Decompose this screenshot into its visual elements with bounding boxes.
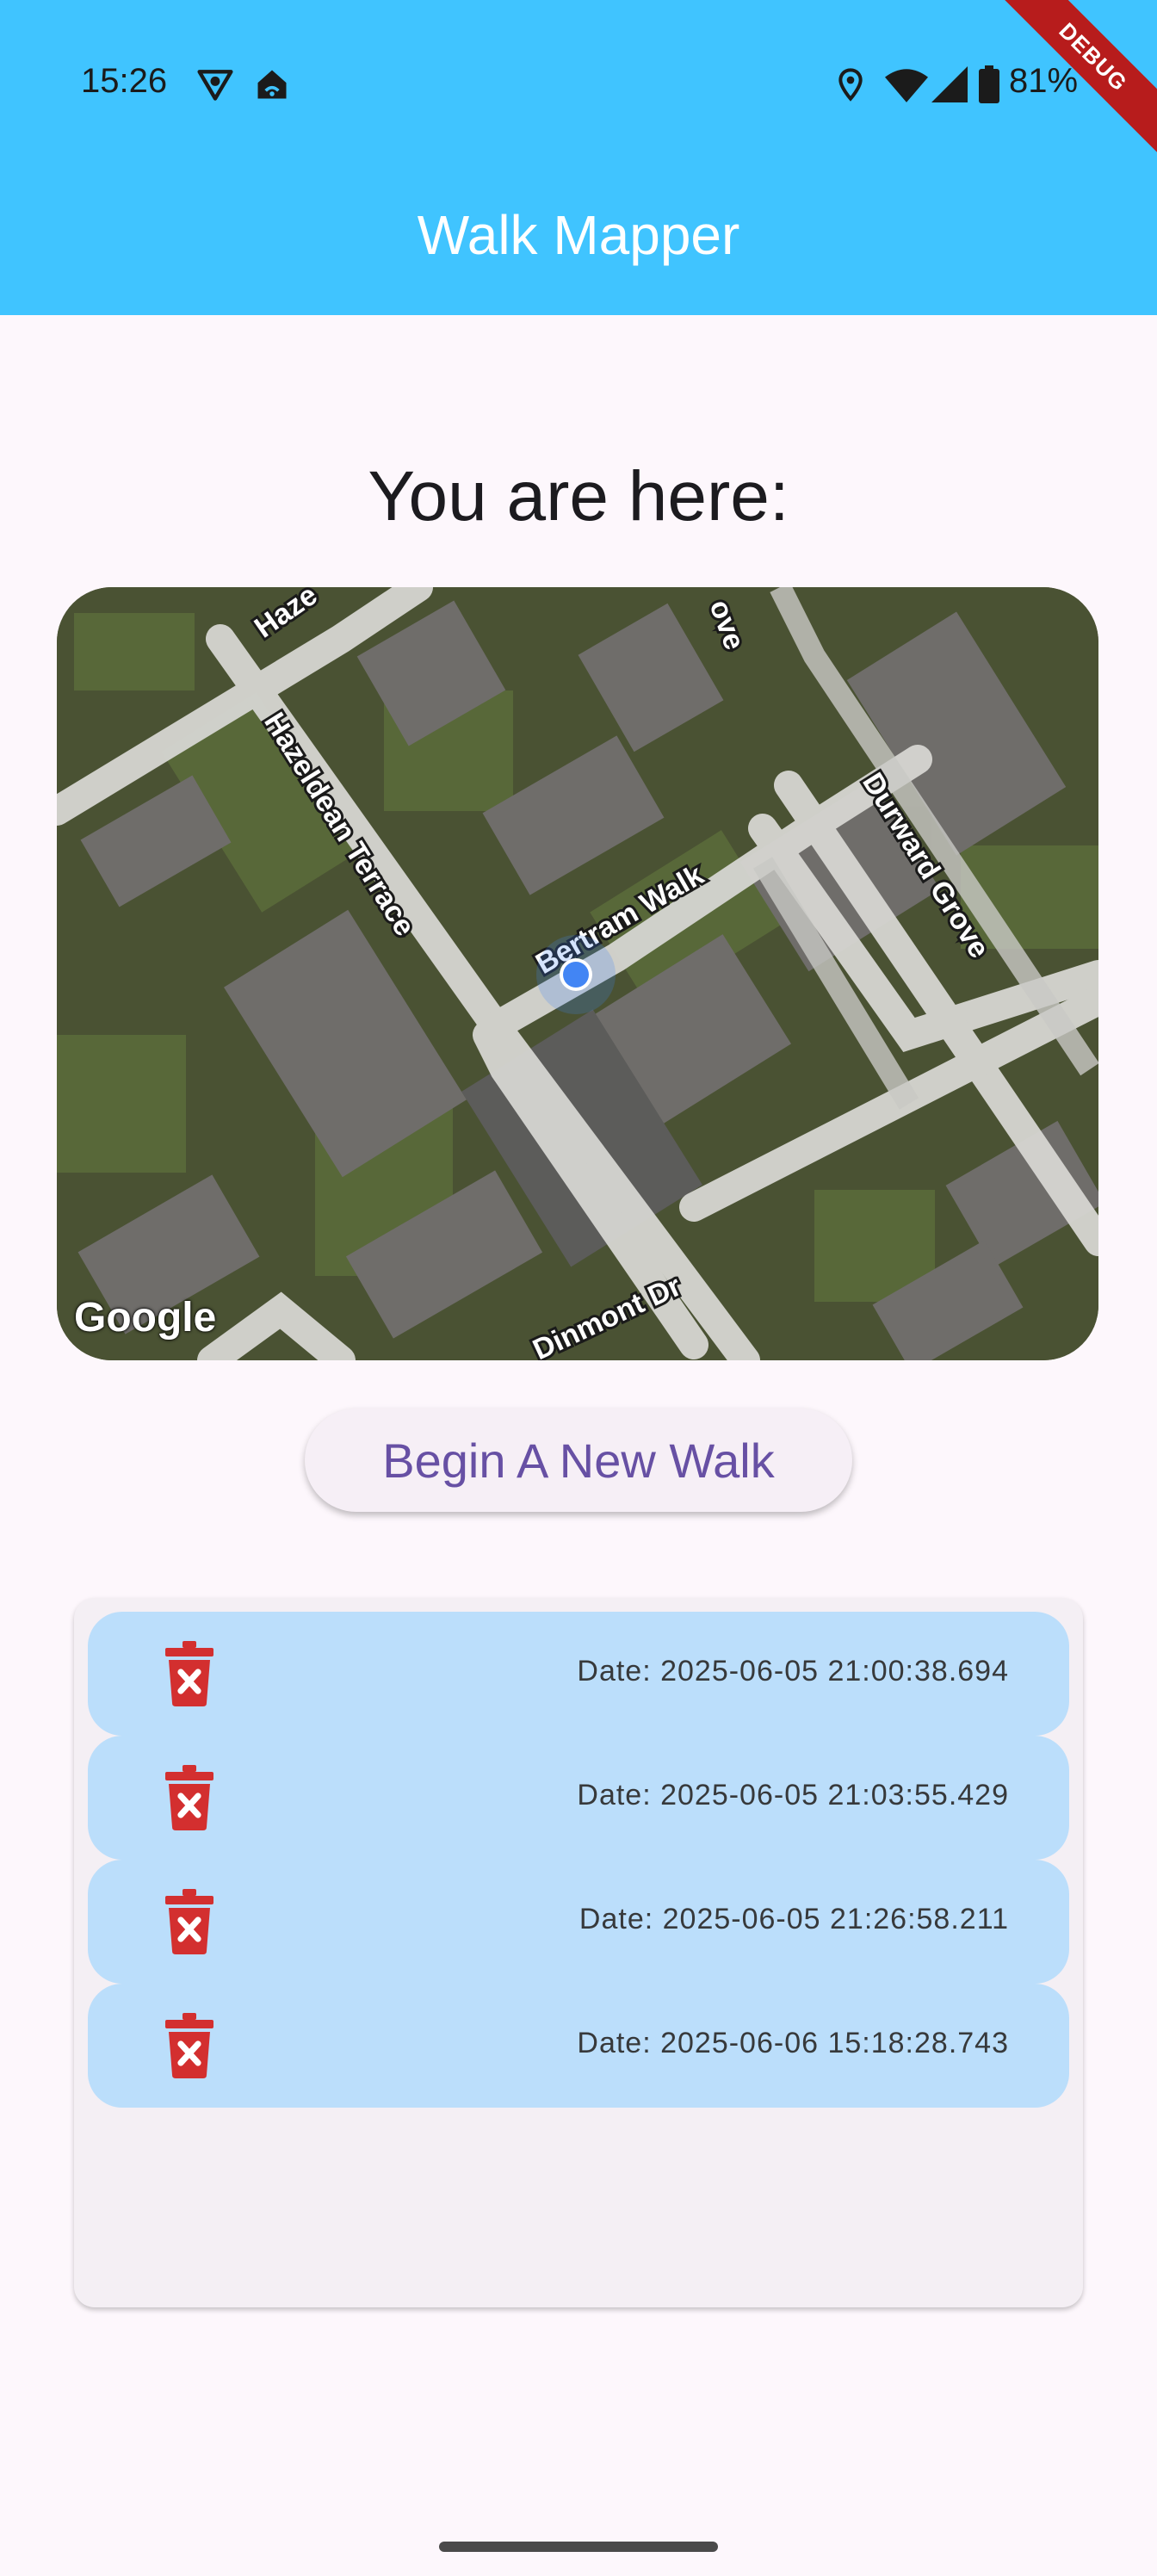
begin-new-walk-button[interactable]: Begin A New Walk	[305, 1409, 852, 1512]
app-title: Walk Mapper	[417, 204, 740, 266]
signal-icon	[931, 66, 968, 102]
map-view[interactable]: Haze Hazeldean Terrace Bertram Walk Durw…	[57, 587, 1098, 1360]
walk-row[interactable]: Date: 2025-06-05 21:26:58.211	[88, 1860, 1069, 1984]
walk-date: Date: 2025-06-06 15:18:28.743	[577, 2027, 1009, 2059]
wifi-icon	[885, 69, 928, 102]
google-attribution: Google	[74, 1295, 217, 1341]
trash-icon[interactable]	[165, 1641, 213, 1706]
battery-icon	[979, 65, 999, 103]
app-bar: 15:26 81% DEBUG Walk Mapper	[0, 0, 1157, 315]
location-heading: You are here:	[368, 457, 789, 536]
location-icon	[838, 68, 863, 102]
battery-percent: 81%	[1009, 62, 1079, 100]
trash-icon[interactable]	[165, 2013, 213, 2078]
trash-icon[interactable]	[165, 1889, 213, 1954]
walk-row[interactable]: Date: 2025-06-05 21:00:38.694	[88, 1612, 1069, 1736]
satellite-map[interactable]: Haze Hazeldean Terrace Bertram Walk Durw…	[57, 587, 1098, 1360]
status-bar: 15:26 81%	[0, 0, 1157, 172]
walk-row[interactable]: Date: 2025-06-06 15:18:28.743	[88, 1984, 1069, 2108]
home-indicator[interactable]	[439, 2542, 718, 2552]
walk-row[interactable]: Date: 2025-06-05 21:03:55.429	[88, 1736, 1069, 1860]
status-time: 15:26	[81, 62, 168, 100]
walk-list[interactable]: Date: 2025-06-05 21:00:38.694 Date: 2025…	[74, 1598, 1083, 2307]
walk-date: Date: 2025-06-05 21:26:58.211	[578, 1903, 1009, 1935]
trash-icon[interactable]	[165, 1765, 213, 1830]
walk-date: Date: 2025-06-05 21:03:55.429	[577, 1779, 1009, 1811]
walk-date: Date: 2025-06-05 21:00:38.694	[577, 1655, 1009, 1687]
home-wifi-icon	[257, 70, 287, 99]
current-location-dot	[563, 962, 589, 988]
vpn-icon	[197, 70, 233, 101]
